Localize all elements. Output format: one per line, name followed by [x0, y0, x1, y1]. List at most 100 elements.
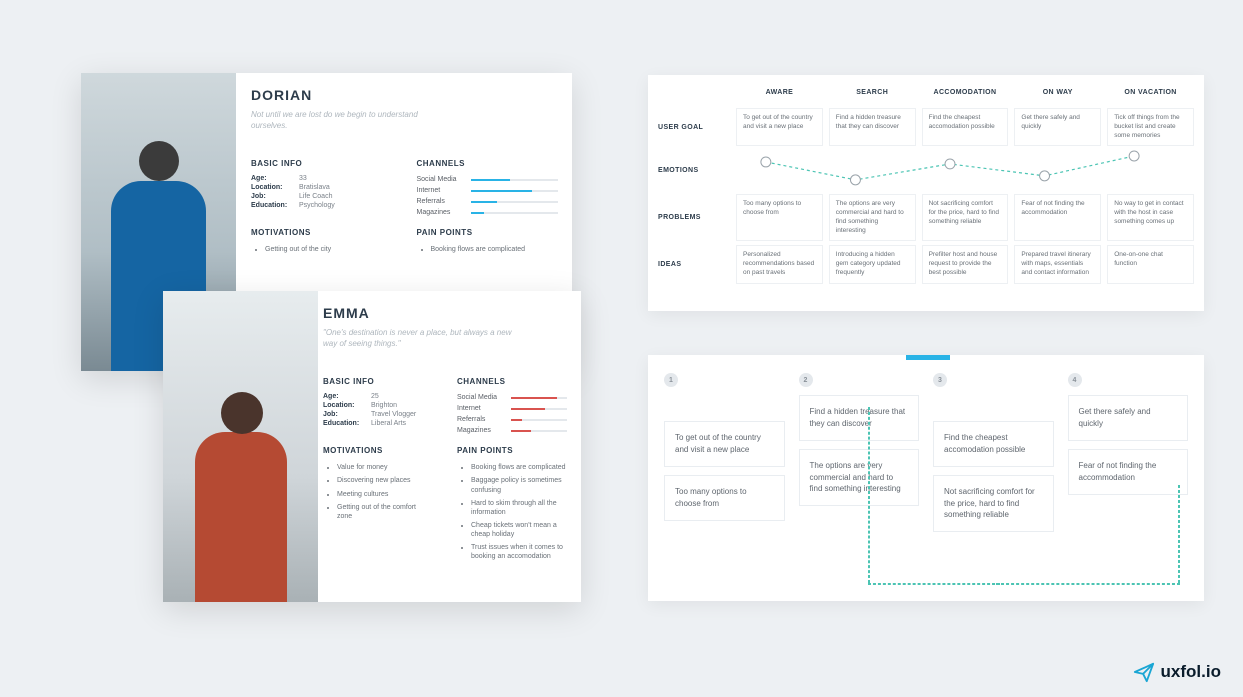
- label: Job:: [323, 411, 371, 418]
- list-item: Baggage policy is sometimes confusing: [471, 474, 567, 496]
- journey-row-label: PROBLEMS: [658, 194, 730, 241]
- journey-matrix: AWARE SEARCH ACCOMODATION ON WAY ON VACATION…: [648, 75, 1204, 311]
- value: Brighton: [371, 402, 397, 409]
- active-tab-indicator: [906, 355, 950, 360]
- story-card[interactable]: Fear of not finding the accommodation: [1068, 449, 1189, 495]
- list-item: Booking flows are complicated: [471, 461, 567, 474]
- brand-logo[interactable]: uxfol.io: [1133, 661, 1221, 683]
- journey-cell: Tick off things from the bucket list and…: [1107, 108, 1194, 146]
- label: Job:: [251, 193, 299, 200]
- journey-cell: Prepared travel itinerary with maps, ess…: [1014, 245, 1101, 283]
- journey-column-header: AWARE: [736, 85, 823, 104]
- persona-name: EMMA: [323, 305, 567, 321]
- journey-cell: To get out of the country and visit a ne…: [736, 108, 823, 146]
- story-card[interactable]: Not sacrificing comfort for the price, h…: [933, 475, 1054, 532]
- channels-heading: CHANNELS: [417, 159, 559, 168]
- story-card[interactable]: The options are very commercial and hard…: [799, 449, 920, 506]
- label: Location:: [251, 184, 299, 191]
- story-card[interactable]: Find the cheapest accomodation possible: [933, 421, 1054, 467]
- emotions-graph: [736, 150, 1194, 190]
- bar-track: [471, 179, 559, 181]
- journey-column-header: ON VACATION: [1107, 85, 1194, 104]
- value: Life Coach: [299, 193, 332, 200]
- channel-label: Social Media: [417, 176, 465, 183]
- basic-info-heading: BASIC INFO: [323, 377, 433, 386]
- bar-track: [511, 408, 567, 410]
- channel-label: Referrals: [457, 416, 505, 423]
- persona-quote: Not until we are lost do we begin to und…: [251, 109, 451, 131]
- channel-bar: Internet: [417, 185, 559, 196]
- journey-cell: Find the cheapest accomodation possible: [922, 108, 1009, 146]
- journey-cell: Find a hidden treasure that they can dis…: [829, 108, 916, 146]
- paper-plane-icon: [1133, 661, 1155, 683]
- bar-fill: [471, 201, 497, 203]
- bar-fill: [471, 179, 510, 181]
- channel-label: Internet: [457, 405, 505, 412]
- bar-track: [511, 419, 567, 421]
- bar-fill: [511, 397, 557, 399]
- list-item: Hard to skim through all the information: [471, 497, 567, 519]
- story-card[interactable]: Too many options to choose from: [664, 475, 785, 521]
- step-number: 1: [664, 373, 678, 387]
- journey-column-header: ON WAY: [1014, 85, 1101, 104]
- channel-bar: Referrals: [457, 414, 567, 425]
- channel-bar: Social Media: [457, 392, 567, 403]
- bar-track: [511, 430, 567, 432]
- bar-fill: [471, 212, 484, 214]
- journey-cell: Personalized recommendations based on pa…: [736, 245, 823, 283]
- bar-fill: [511, 408, 545, 410]
- channel-bar: Magazines: [417, 207, 559, 218]
- story-card[interactable]: Get there safely and quickly: [1068, 395, 1189, 441]
- journey-cell: Not sacrificing comfort for the price, h…: [922, 194, 1009, 241]
- bar-track: [471, 190, 559, 192]
- motivations-heading: MOTIVATIONS: [323, 446, 433, 455]
- channel-bar: Internet: [457, 403, 567, 414]
- value: Liberal Arts: [371, 420, 406, 427]
- journey-cell: Fear of not finding the accommodation: [1014, 194, 1101, 241]
- channel-label: Magazines: [457, 427, 505, 434]
- storyboard: 1 To get out of the country and visit a …: [648, 355, 1204, 601]
- painpoints-heading: PAIN POINTS: [457, 446, 567, 455]
- value: Travel Vlogger: [371, 411, 416, 418]
- list-item: Trust issues when it comes to booking an…: [471, 541, 567, 563]
- journey-cell: Introducing a hidden gem category update…: [829, 245, 916, 283]
- journey-row-label: IDEAS: [658, 245, 730, 283]
- channel-label: Internet: [417, 187, 465, 194]
- basic-info-heading: BASIC INFO: [251, 159, 393, 168]
- journey-column-header: ACCOMODATION: [922, 85, 1009, 104]
- label: Education:: [251, 202, 299, 209]
- journey-cell: No way to get in contact with the host i…: [1107, 194, 1194, 241]
- persona-photo: [163, 291, 318, 602]
- story-card[interactable]: To get out of the country and visit a ne…: [664, 421, 785, 467]
- bar-fill: [511, 419, 522, 421]
- journey-cell: Prefilter host and house request to prov…: [922, 245, 1009, 283]
- persona-card-emma: EMMA "One's destination is never a place…: [163, 291, 581, 602]
- value: 25: [371, 393, 379, 400]
- step-number: 3: [933, 373, 947, 387]
- list-item: Booking flows are complicated: [431, 243, 559, 256]
- list-item: Cheap tickets won't mean a cheap holiday: [471, 519, 567, 541]
- persona-quote: "One's destination is never a place, but…: [323, 327, 523, 349]
- journey-row-label: USER GOAL: [658, 108, 730, 146]
- channels-heading: CHANNELS: [457, 377, 567, 386]
- bar-track: [471, 212, 559, 214]
- label: Age:: [323, 393, 371, 400]
- story-card[interactable]: Find a hidden treasure that they can dis…: [799, 395, 920, 441]
- bar-fill: [511, 430, 531, 432]
- journey-cell: Get there safely and quickly: [1014, 108, 1101, 146]
- bar-track: [471, 201, 559, 203]
- list-item: Value for money: [337, 461, 433, 474]
- channel-label: Social Media: [457, 394, 505, 401]
- list-item: Getting out of the comfort zone: [337, 501, 433, 523]
- channel-label: Magazines: [417, 209, 465, 216]
- value: Psychology: [299, 202, 335, 209]
- channel-bar: Referrals: [417, 196, 559, 207]
- value: Bratislava: [299, 184, 330, 191]
- journey-row-label: EMOTIONS: [658, 150, 730, 190]
- channel-bar: Social Media: [417, 174, 559, 185]
- step-number: 4: [1068, 373, 1082, 387]
- painpoints-heading: PAIN POINTS: [417, 228, 559, 237]
- journey-column-header: SEARCH: [829, 85, 916, 104]
- persona-name: DORIAN: [251, 87, 558, 103]
- list-item: Getting out of the city: [265, 243, 393, 256]
